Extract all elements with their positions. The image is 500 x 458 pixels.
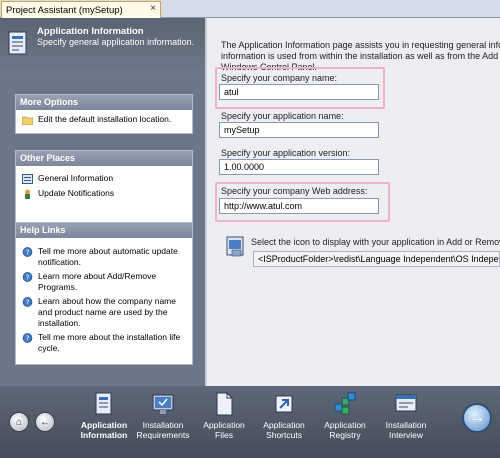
application-shortcuts-icon [275,395,293,413]
nav-application-shortcuts[interactable]: Application Shortcuts [253,392,315,440]
folder-icon [22,116,33,125]
nav-application-registry[interactable]: Application Registry [314,392,376,440]
help-link-automatic-update[interactable]: ? Tell me more about automatic update no… [16,246,192,268]
left-pane: Application Information Specify general … [0,18,205,386]
nav-label: Installation [385,420,427,430]
help-icon: ? [22,333,33,343]
tab-project-assistant[interactable]: Project Assistant (mySetup) × [1,1,161,18]
update-notifications-icon [25,189,30,199]
application-info-icon [8,31,27,55]
link-label: Update Notifications [38,188,115,198]
page-header: Application Information Specify general … [0,18,205,78]
link-label: Edit the default installation location. [38,114,172,124]
application-icon-preview[interactable] [226,236,246,258]
svg-text:?: ? [26,248,30,257]
next-button[interactable]: → [462,403,492,433]
other-places-title: Other Places [16,151,192,166]
installation-interview-icon [395,394,417,412]
help-link-text: Tell me more about the installation life [38,332,181,342]
link-label: General Information [38,173,114,183]
help-link-text: cycle. [38,343,60,353]
link-update-notifications[interactable]: Update Notifications [16,188,192,199]
web-address-input[interactable]: http://www.atul.com [219,198,379,214]
nav-application-files[interactable]: Application Files [193,392,255,440]
help-links-panel: Help Links ? Tell me more about automati… [15,222,193,365]
nav-label: Requirements [136,430,190,440]
page-title: Application Information [37,26,144,37]
svg-text:?: ? [26,298,30,307]
help-links-title: Help Links [16,223,192,238]
svg-text:?: ? [26,334,30,343]
application-registry-icon [334,392,356,415]
nav-label: Application [324,420,366,430]
general-info-icon [22,174,33,184]
other-places-panel: Other Places General Information Update … [15,150,193,224]
help-link-text: Tell me more about automatic update [38,246,178,256]
nav-application-information[interactable]: Application Information [73,392,135,440]
bottom-navigation-bar: ⌂ ← Application Information Installation… [0,386,500,458]
help-link-text: Learn more about Add/Remove [38,271,157,281]
application-version-label: Specify your application version: [221,148,351,158]
intro-text-line: information is used from within the inst… [221,51,500,61]
application-name-input[interactable]: mySetup [219,122,379,138]
svg-text:?: ? [26,273,30,282]
help-link-installation-life-cycle[interactable]: ? Tell me more about the installation li… [16,332,192,354]
icon-select-label: Select the icon to display with your app… [251,237,500,247]
link-edit-install-location[interactable]: Edit the default installation location. [16,114,192,125]
nav-label: Shortcuts [266,430,302,440]
company-name-label: Specify your company name: [221,73,338,83]
web-address-label: Specify your company Web address: [221,186,368,196]
close-icon[interactable]: × [150,3,156,14]
application-information-icon [95,392,112,415]
home-button[interactable]: ⌂ [9,412,29,432]
help-icon: ? [22,272,33,282]
help-link-text: and product name are used by the [38,307,168,317]
tab-title: Project Assistant (mySetup) [6,4,123,16]
nav-label: Application [203,420,245,430]
nav-installation-interview[interactable]: Installation Interview [375,392,437,440]
nav-label: Registry [329,430,361,440]
nav-label: Interview [388,430,423,440]
pane-divider[interactable] [205,18,207,386]
application-files-icon [216,392,233,416]
more-options-title: More Options [16,95,192,110]
help-icon: ? [22,247,33,257]
help-link-add-remove-programs[interactable]: ? Learn more about Add/Remove Programs. [16,271,192,293]
installation-requirements-icon [152,394,174,414]
help-link-company-product-name[interactable]: ? Learn about how the company name and p… [16,296,192,329]
help-link-text: Programs. [38,282,78,292]
more-options-panel: More Options Edit the default installati… [15,94,193,134]
nav-installation-requirements[interactable]: Installation Requirements [132,392,194,440]
nav-label: Application [263,420,305,430]
company-name-input[interactable]: atul [219,84,379,100]
nav-label: Installation [142,420,184,430]
intro-text-line: The Application Information page assists… [221,40,500,50]
page-subtitle: Specify general application information. [37,37,195,47]
icon-path-input[interactable]: <ISProductFolder>\redist\Language Indepe… [253,251,500,267]
help-link-text: notification. [38,257,81,267]
nav-label: Application [80,420,128,430]
document-tab-strip: Project Assistant (mySetup) × [0,0,500,18]
nav-label: Files [215,430,233,440]
link-general-information[interactable]: General Information [16,173,192,184]
help-link-text: Learn about how the company name [38,296,176,306]
application-version-input[interactable]: 1.00.0000 [219,159,379,175]
back-button[interactable]: ← [35,412,55,432]
help-link-text: installation. [38,318,81,328]
application-name-label: Specify your application name: [221,111,344,121]
help-icon: ? [22,297,33,307]
nav-label: Information [80,430,128,440]
